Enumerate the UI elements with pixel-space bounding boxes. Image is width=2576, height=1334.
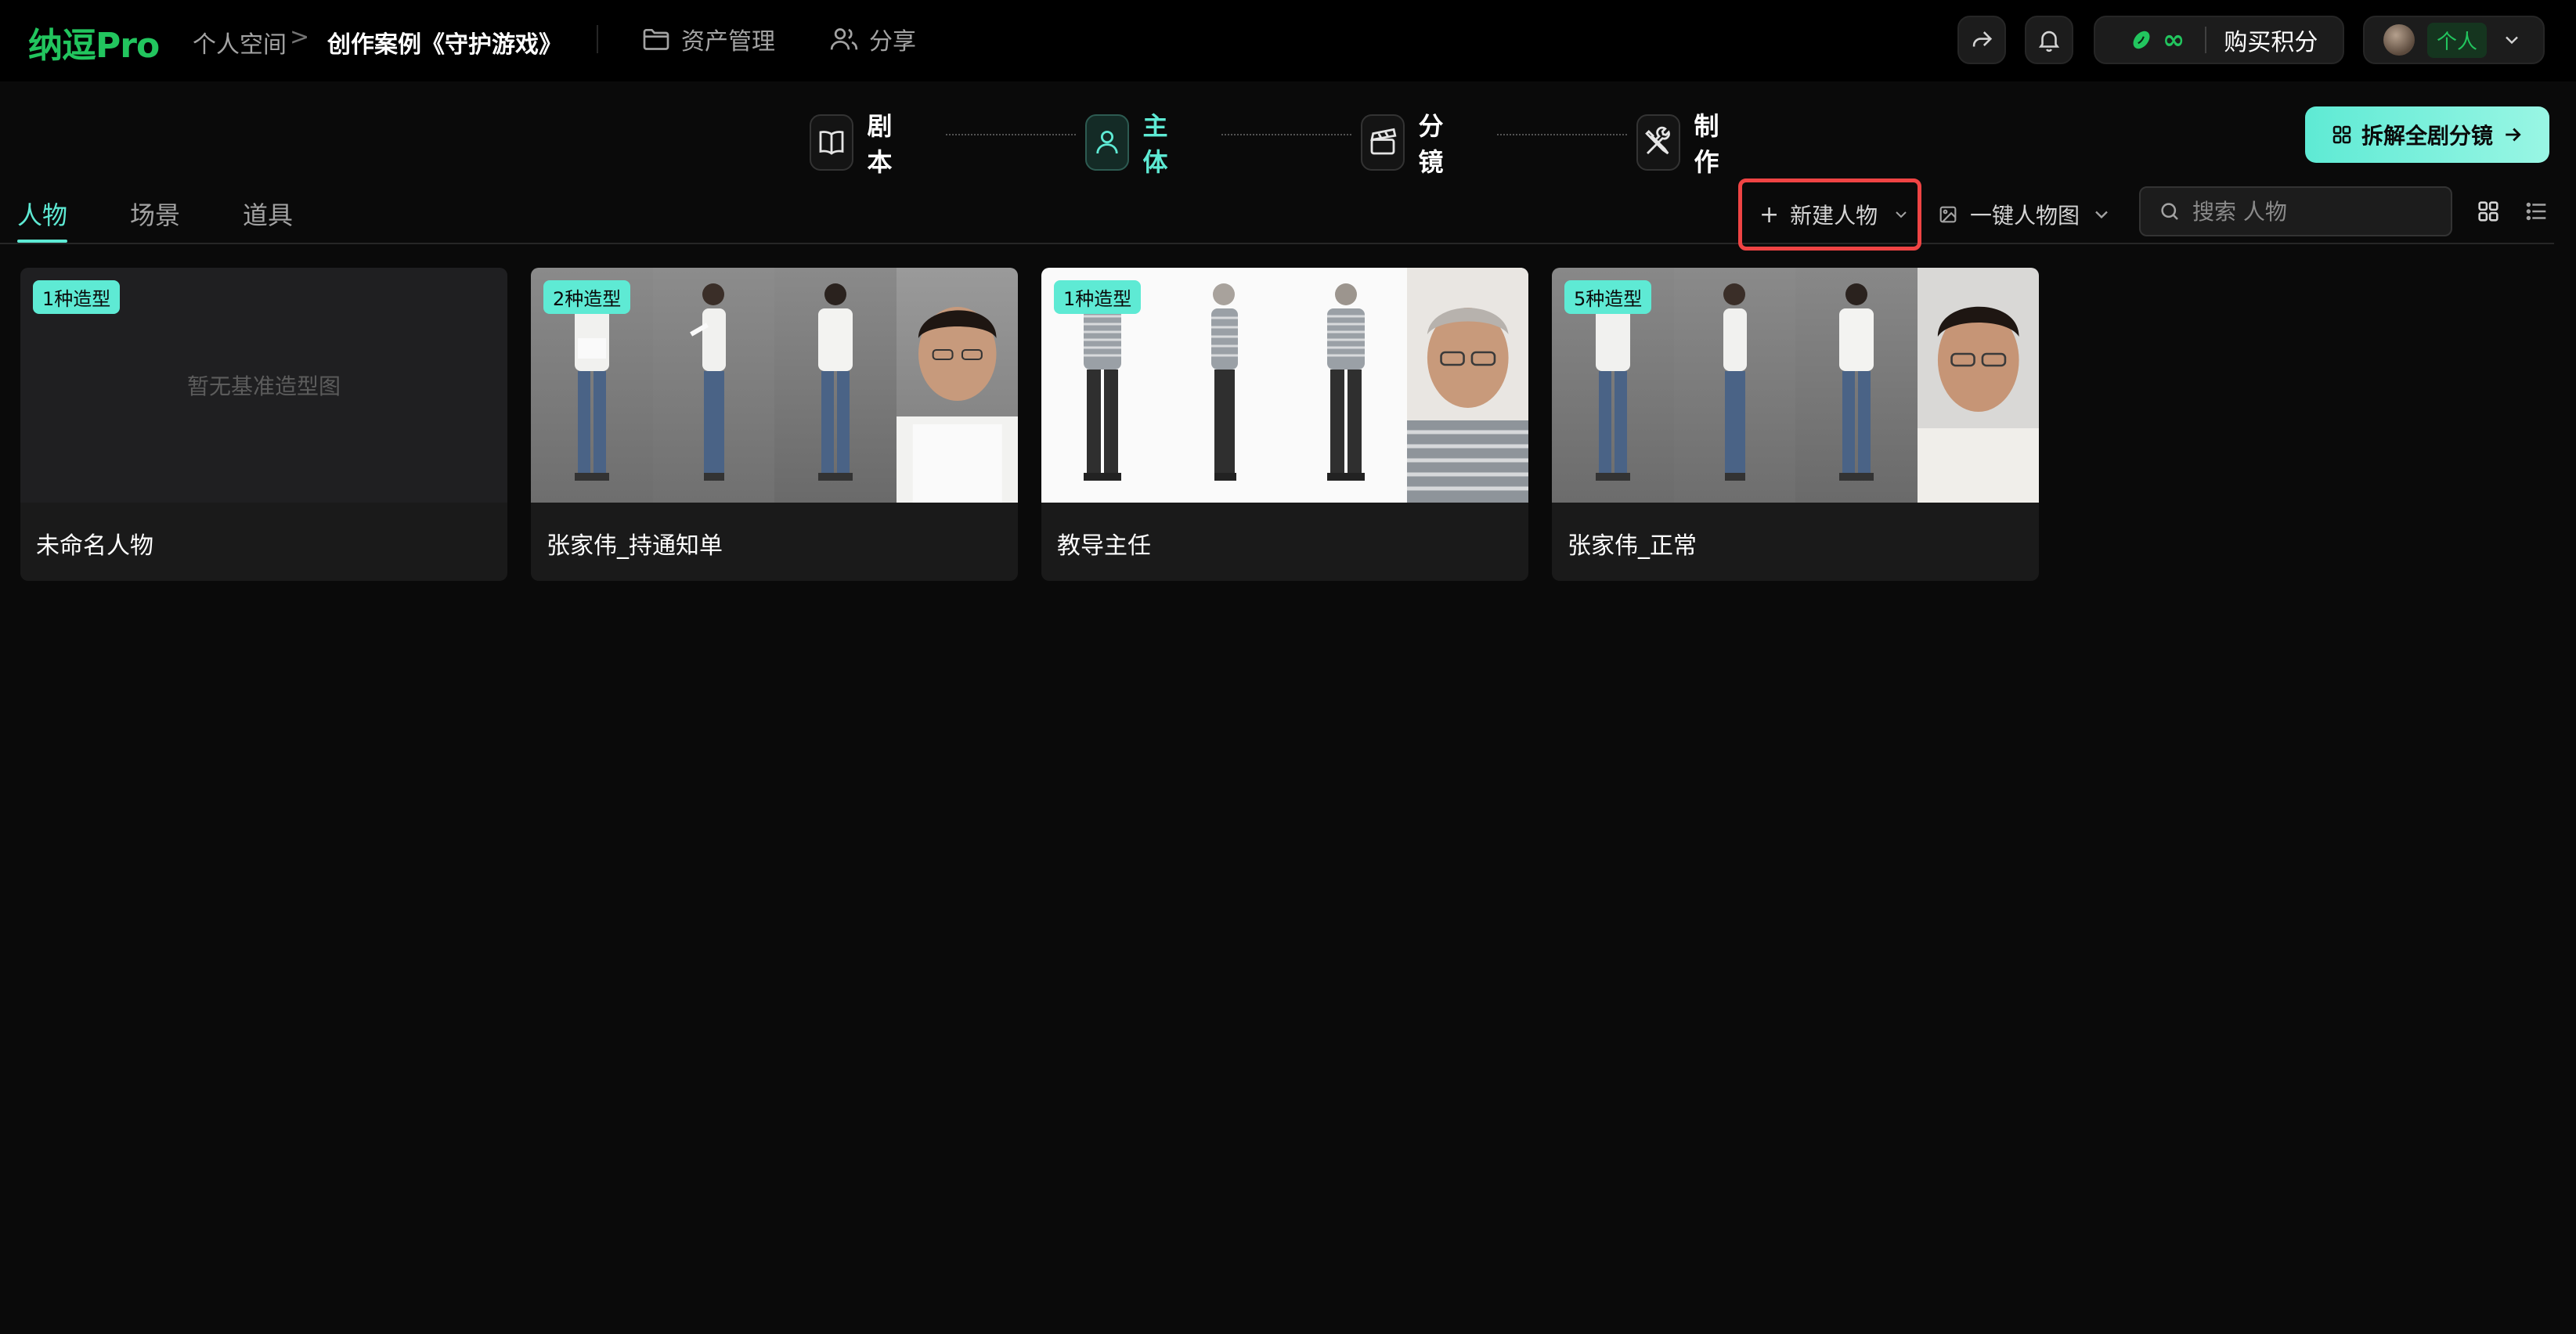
character-name: 未命名人物 xyxy=(36,532,153,560)
asset-management-link[interactable]: 资产管理 xyxy=(640,22,775,56)
step-connector xyxy=(946,134,1076,135)
breadcrumb-personal-space[interactable]: 个人空间 xyxy=(193,25,287,59)
pose-back xyxy=(1795,268,1918,503)
figure-side xyxy=(690,283,727,481)
face-closeup xyxy=(896,307,1018,503)
step-storyboard-label: 分镜 xyxy=(1418,111,1444,177)
figure-back xyxy=(1326,283,1365,481)
pose-side xyxy=(1673,268,1795,503)
pose-closeup xyxy=(1406,268,1528,503)
pose-side xyxy=(1164,268,1286,503)
tools-icon xyxy=(1644,126,1670,155)
pose-closeup xyxy=(896,268,1018,503)
credits-divider xyxy=(2205,27,2207,53)
step-storyboard[interactable]: 分镜 xyxy=(1361,106,1456,178)
step-script-label: 剧本 xyxy=(867,111,893,177)
list-view-icon xyxy=(2526,202,2546,221)
step-subject-iconbox xyxy=(1085,114,1129,171)
search-box[interactable] xyxy=(2139,186,2452,236)
credits-value: ∞ xyxy=(2163,24,2185,56)
share-export-button[interactable] xyxy=(1957,16,2006,64)
face-closeup xyxy=(1917,306,2039,503)
look-count-badge: 5种造型 xyxy=(1564,280,1652,314)
character-card[interactable]: 1种造型 教导主任 xyxy=(1041,268,1528,581)
grid-view-button[interactable] xyxy=(2473,196,2504,227)
tab-scenes[interactable]: 场景 xyxy=(130,196,180,232)
tab-props[interactable]: 道具 xyxy=(243,196,293,232)
figure-side xyxy=(1211,283,1239,481)
breakdown-storyboard-label: 拆解全剧分镜 xyxy=(2361,123,2493,149)
figure-side xyxy=(1723,283,1748,481)
chevron-down-icon xyxy=(2095,211,2108,219)
grid-icon xyxy=(2332,125,2351,144)
users-icon xyxy=(830,28,858,50)
character-card[interactable]: 2种造型 张家伟_持通知单 xyxy=(531,268,1018,581)
step-storyboard-iconbox xyxy=(1361,114,1405,171)
step-connector xyxy=(1497,134,1627,135)
character-card[interactable]: 5种造型 张家伟_正常 xyxy=(1552,268,2039,581)
step-subject-label: 主体 xyxy=(1142,111,1168,177)
pose-closeup xyxy=(1917,268,2039,503)
arrow-right-icon xyxy=(2506,128,2521,142)
top-bar: 纳逗Pro 个人空间 > 创作案例《守护游戏》 资产管理 分享 ∞ 购买积分 个… xyxy=(0,0,2576,81)
book-icon xyxy=(819,131,844,155)
buy-credits-button[interactable]: 购买积分 xyxy=(2224,23,2318,57)
tab-characters[interactable]: 人物 xyxy=(17,196,67,232)
person-icon xyxy=(1096,130,1118,154)
app-logo[interactable]: 纳逗Pro xyxy=(28,17,160,67)
image-icon xyxy=(1939,206,1957,223)
asset-management-label: 资产管理 xyxy=(681,28,775,56)
toolbar-divider xyxy=(0,243,2554,244)
look-count-badge: 2种造型 xyxy=(543,280,631,314)
bell-icon xyxy=(2038,31,2060,52)
character-card[interactable]: 暂无基准造型图 1种造型 未命名人物 xyxy=(20,268,507,581)
no-image-text: 暂无基准造型图 xyxy=(186,373,341,399)
character-name: 张家伟_正常 xyxy=(1568,532,1697,560)
step-production-iconbox xyxy=(1636,114,1680,171)
breadcrumb-separator: > xyxy=(290,23,310,51)
step-production[interactable]: 制作 xyxy=(1636,106,1732,178)
search-input[interactable] xyxy=(2192,198,2443,225)
step-production-label: 制作 xyxy=(1694,111,1719,177)
breadcrumb-current-project: 创作案例《守护游戏》 xyxy=(327,31,562,59)
chevron-down-icon xyxy=(1896,211,1907,218)
avatar xyxy=(2383,24,2415,56)
look-count-badge: 1种造型 xyxy=(1054,280,1142,314)
credits-widget[interactable]: ∞ 购买积分 xyxy=(2094,16,2344,64)
pose-side xyxy=(652,268,774,503)
one-click-character-image-button[interactable]: 一键人物图 xyxy=(1937,197,2112,232)
new-character-label: 新建人物 xyxy=(1790,203,1878,229)
face-closeup xyxy=(1406,308,1528,503)
pose-back xyxy=(1285,268,1407,503)
share-link[interactable]: 分享 xyxy=(828,22,916,56)
folder-icon xyxy=(643,29,669,50)
share-arrow-icon xyxy=(1972,31,1993,47)
search-icon xyxy=(2161,203,2178,220)
notifications-button[interactable] xyxy=(2025,16,2073,64)
pose-back xyxy=(774,268,897,503)
new-character-button[interactable]: + 新建人物 xyxy=(1738,178,1921,251)
step-script[interactable]: 剧本 xyxy=(810,106,905,178)
header-divider xyxy=(597,25,598,53)
step-subject[interactable]: 主体 xyxy=(1085,106,1181,178)
plus-icon: + xyxy=(1759,200,1780,229)
character-name: 教导主任 xyxy=(1057,532,1151,560)
step-script-iconbox xyxy=(810,114,853,171)
one-click-character-image-label: 一键人物图 xyxy=(1970,203,2080,229)
step-connector xyxy=(1221,134,1351,135)
list-view-button[interactable] xyxy=(2521,196,2553,227)
share-label: 分享 xyxy=(869,28,916,56)
clapperboard-icon xyxy=(1369,128,1397,155)
grid-view-icon xyxy=(2478,201,2498,222)
chevron-down-icon xyxy=(2506,36,2518,45)
breakdown-storyboard-button[interactable]: 拆解全剧分镜 xyxy=(2305,106,2549,163)
bean-icon xyxy=(2133,31,2150,49)
account-type-badge: 个人 xyxy=(2427,22,2488,58)
figure-back xyxy=(1838,283,1874,481)
character-name: 张家伟_持通知单 xyxy=(547,532,723,560)
look-count-badge: 1种造型 xyxy=(33,280,121,314)
figure-back xyxy=(817,283,853,481)
user-menu[interactable]: 个人 xyxy=(2363,16,2545,64)
